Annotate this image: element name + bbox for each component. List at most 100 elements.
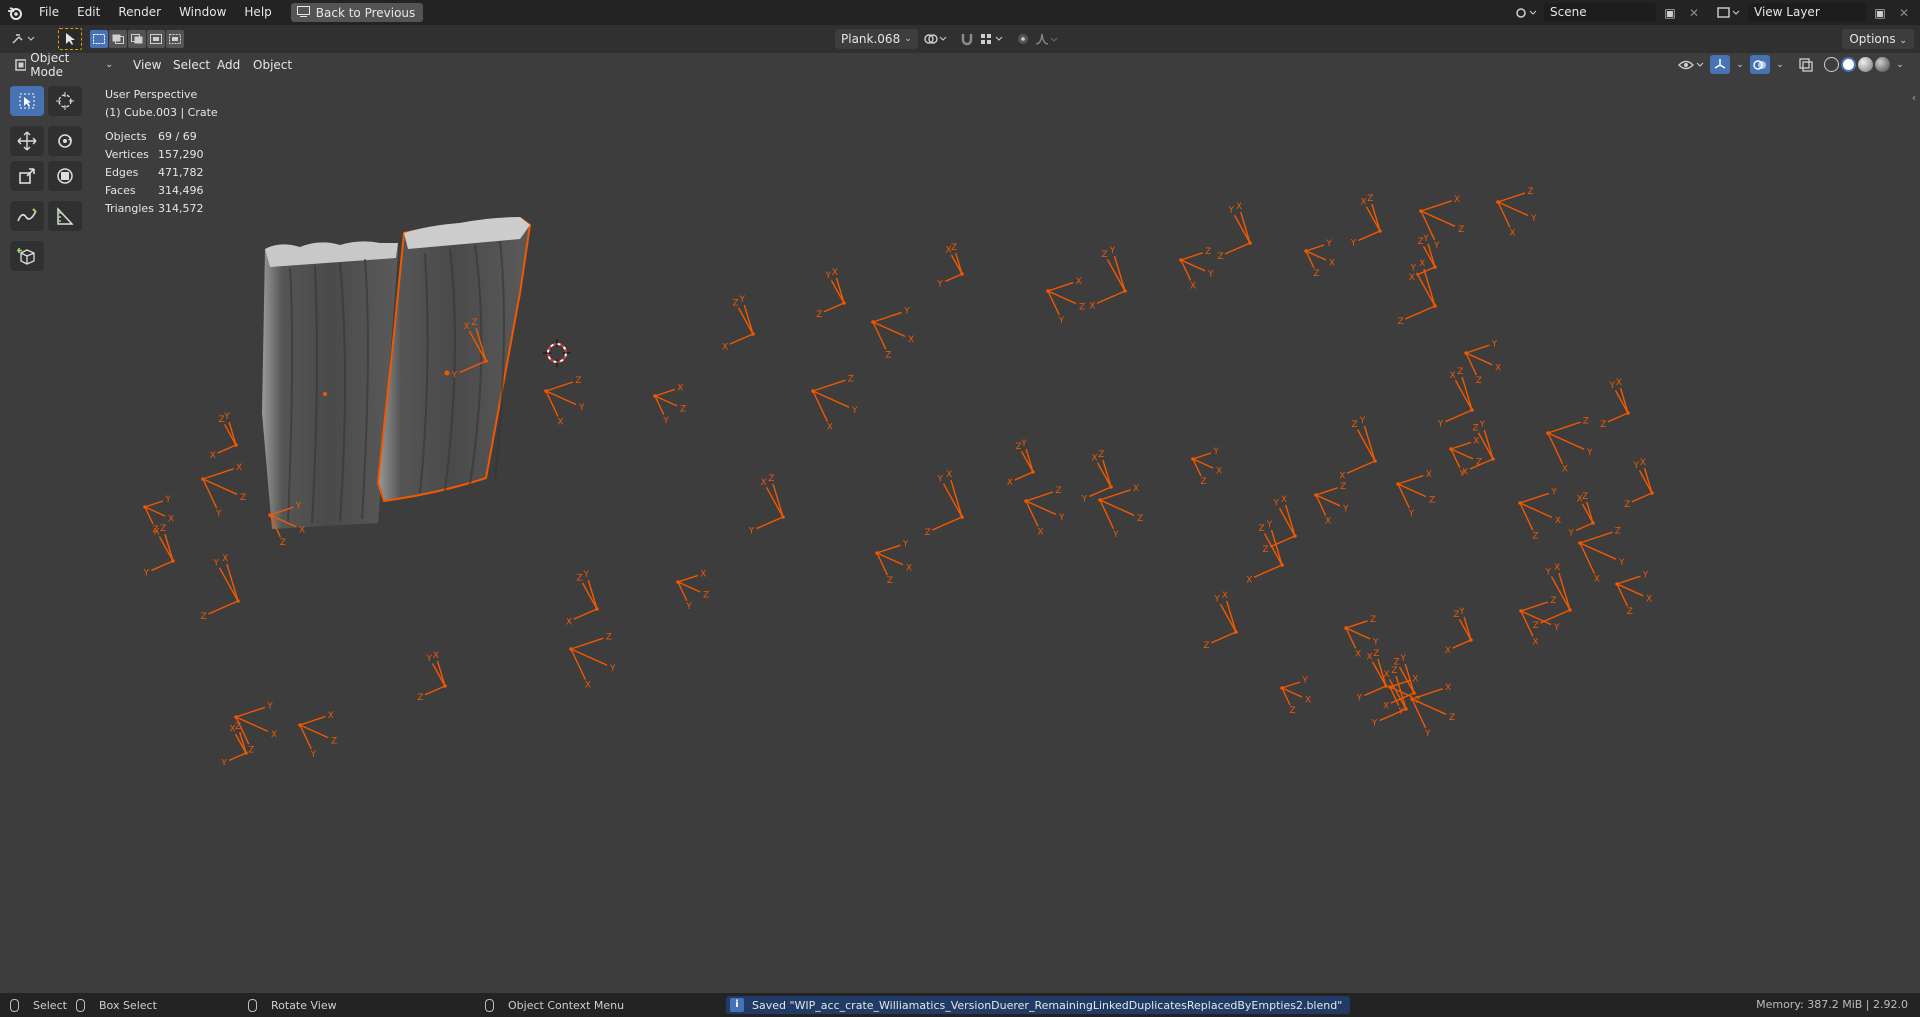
- transform-icon[interactable]: [48, 161, 82, 191]
- empty-object-icon[interactable]: XYZ: [201, 554, 240, 622]
- empty-object-icon[interactable]: XYZ: [1280, 676, 1311, 716]
- move-icon[interactable]: [10, 126, 44, 156]
- select-new-icon[interactable]: [90, 30, 108, 48]
- empty-object-icon[interactable]: XYZ: [417, 651, 447, 703]
- plank-selected-mesh[interactable]: [376, 216, 532, 503]
- empty-object-icon[interactable]: XYZ: [1462, 420, 1495, 477]
- active-object-dropdown[interactable]: Plank.068 ⌄: [835, 29, 918, 49]
- empty-object-icon[interactable]: XYZ: [220, 722, 248, 768]
- empty-object-icon[interactable]: XYZ: [1388, 675, 1421, 717]
- empty-object-icon[interactable]: XYZ: [1089, 246, 1127, 311]
- empty-object-icon[interactable]: XYZ: [816, 268, 846, 320]
- add-cube-icon[interactable]: [10, 241, 44, 271]
- empty-object-icon[interactable]: XYZ: [298, 711, 337, 760]
- empty-object-icon[interactable]: XYZ: [544, 376, 585, 428]
- empty-object-icon[interactable]: XYZ: [201, 463, 246, 519]
- scene-icon[interactable]: [1512, 3, 1540, 22]
- empty-object-icon[interactable]: XYZ: [1217, 202, 1252, 262]
- empty-object-icon[interactable]: XYZ: [143, 524, 175, 579]
- scene-canvas[interactable]: XYZXYZXYZXYZ XYZXYZXYZXYZXYZXYZXYZXYZXYZX…: [0, 53, 1920, 993]
- empty-object-icon[interactable]: XYZ: [569, 632, 616, 691]
- empty-object-icon[interactable]: XYZ: [875, 539, 912, 586]
- empty-object-icon[interactable]: XYZ: [1191, 447, 1222, 487]
- scene-name-field[interactable]: Scene: [1544, 3, 1656, 22]
- empty-object-icon[interactable]: XYZ: [1496, 187, 1537, 239]
- 3d-viewport[interactable]: Object Mode ⌄ View Select Add Object ⌄ ⌄: [0, 53, 1920, 993]
- editor-type-icon[interactable]: [8, 30, 40, 49]
- empty-object-icon[interactable]: XYZ: [653, 384, 686, 426]
- select-subtract-icon[interactable]: [128, 30, 146, 48]
- empty-object-icon[interactable]: XYZ: [1437, 367, 1474, 430]
- menu-render[interactable]: Render: [109, 0, 170, 25]
- empty-object-icon[interactable]: XYZ: [936, 243, 964, 289]
- empty-object-icon[interactable]: XYZ: [1203, 591, 1238, 651]
- rotate-icon[interactable]: [48, 126, 82, 156]
- pivot-icon[interactable]: [921, 30, 949, 49]
- empty-object-icon[interactable]: XYZ: [1371, 666, 1408, 729]
- menu-file[interactable]: File: [30, 0, 68, 25]
- new-view-layer-icon[interactable]: ▣: [1870, 3, 1890, 22]
- empty-object-icon[interactable]: XYZ: [1024, 486, 1065, 538]
- close-view-layer-icon[interactable]: ✕: [1894, 3, 1914, 22]
- menu-edit[interactable]: Edit: [68, 0, 109, 25]
- menu-help[interactable]: Help: [235, 0, 280, 25]
- empty-object-icon[interactable]: XYZ: [1445, 607, 1473, 656]
- empty-object-icon[interactable]: XYZ: [1314, 482, 1349, 527]
- empty-object-icon[interactable]: XYZ: [1410, 683, 1455, 739]
- perspective-label: User Perspective: [105, 88, 198, 101]
- empty-axis-label: Z: [1615, 526, 1621, 536]
- empty-object-icon[interactable]: XYZ: [1081, 450, 1113, 505]
- empty-object-icon[interactable]: XYZ: [722, 295, 755, 352]
- empty-object-icon[interactable]: XYZ: [1339, 416, 1377, 481]
- options-dropdown[interactable]: Options ⌄: [1842, 29, 1914, 49]
- view-layer-field[interactable]: View Layer: [1748, 3, 1866, 22]
- empty-object-icon[interactable]: XYZ: [811, 374, 858, 433]
- empty-object-icon[interactable]: XYZ: [1383, 654, 1416, 711]
- back-to-previous-button[interactable]: Back to Previous: [290, 3, 424, 22]
- empty-object-icon[interactable]: XYZ: [1600, 378, 1630, 430]
- empty-object-icon[interactable]: XYZ: [1304, 239, 1335, 279]
- empty-object-icon[interactable]: XYZ: [1098, 484, 1143, 540]
- empty-object-icon[interactable]: XYZ: [676, 570, 709, 612]
- snap-target-icon[interactable]: [977, 30, 1005, 49]
- empty-object-icon[interactable]: XYZ: [748, 474, 785, 537]
- proportional-icon[interactable]: [1013, 30, 1033, 49]
- falloff-icon[interactable]: [1033, 30, 1061, 49]
- select-box-icon[interactable]: [10, 86, 44, 116]
- empty-object-icon[interactable]: XYZ: [871, 307, 914, 361]
- empty-object-icon[interactable]: XYZ: [1546, 416, 1593, 475]
- empty-object-icon[interactable]: XYZ: [1046, 277, 1085, 326]
- empty-object-icon[interactable]: XYZ: [1519, 596, 1560, 648]
- select-intersect-icon[interactable]: [166, 30, 184, 48]
- empty-object-icon[interactable]: XYZ: [566, 570, 599, 627]
- snap-icon[interactable]: [957, 30, 977, 49]
- cursor-tool-icon[interactable]: [58, 28, 82, 50]
- collapse-sidebar-icon[interactable]: ‹: [1912, 93, 1916, 104]
- menu-window[interactable]: Window: [170, 0, 235, 25]
- saved-report[interactable]: i Saved "WIP_acc_crate_Williamatics_Vers…: [726, 996, 1351, 1014]
- new-scene-icon[interactable]: ▣: [1660, 3, 1680, 22]
- empty-object-icon[interactable]: XYZ: [1179, 247, 1214, 292]
- view-layer-icon[interactable]: [1714, 3, 1744, 22]
- empty-object-icon[interactable]: XYZ: [1350, 194, 1382, 249]
- empty-object-icon[interactable]: XYZ: [210, 412, 238, 461]
- empty-object-icon[interactable]: XYZ: [925, 470, 964, 538]
- 3d-cursor-icon[interactable]: [543, 339, 571, 367]
- select-invert-icon[interactable]: [147, 30, 165, 48]
- empty-object-icon[interactable]: XYZ: [1464, 339, 1501, 386]
- empty-object-icon[interactable]: XYZ: [1624, 458, 1654, 510]
- plank-mesh[interactable]: [262, 241, 398, 529]
- close-scene-icon[interactable]: ✕: [1684, 3, 1704, 22]
- empty-object-icon[interactable]: XYZ: [1578, 526, 1625, 585]
- scale-icon[interactable]: [10, 161, 44, 191]
- cursor-icon[interactable]: [48, 86, 82, 116]
- measure-icon[interactable]: [48, 201, 82, 231]
- empty-object-icon[interactable]: XYZ: [1396, 470, 1435, 519]
- empty-object-icon[interactable]: XYZ: [1007, 439, 1035, 488]
- empty-object-icon[interactable]: XYZ: [1518, 488, 1561, 542]
- annotate-icon[interactable]: [10, 201, 44, 231]
- empty-object-icon[interactable]: XYZ: [1615, 570, 1652, 617]
- select-extend-icon[interactable]: [109, 30, 127, 48]
- blender-logo-icon[interactable]: [0, 0, 30, 25]
- empty-object-icon[interactable]: XYZ: [1567, 492, 1595, 538]
